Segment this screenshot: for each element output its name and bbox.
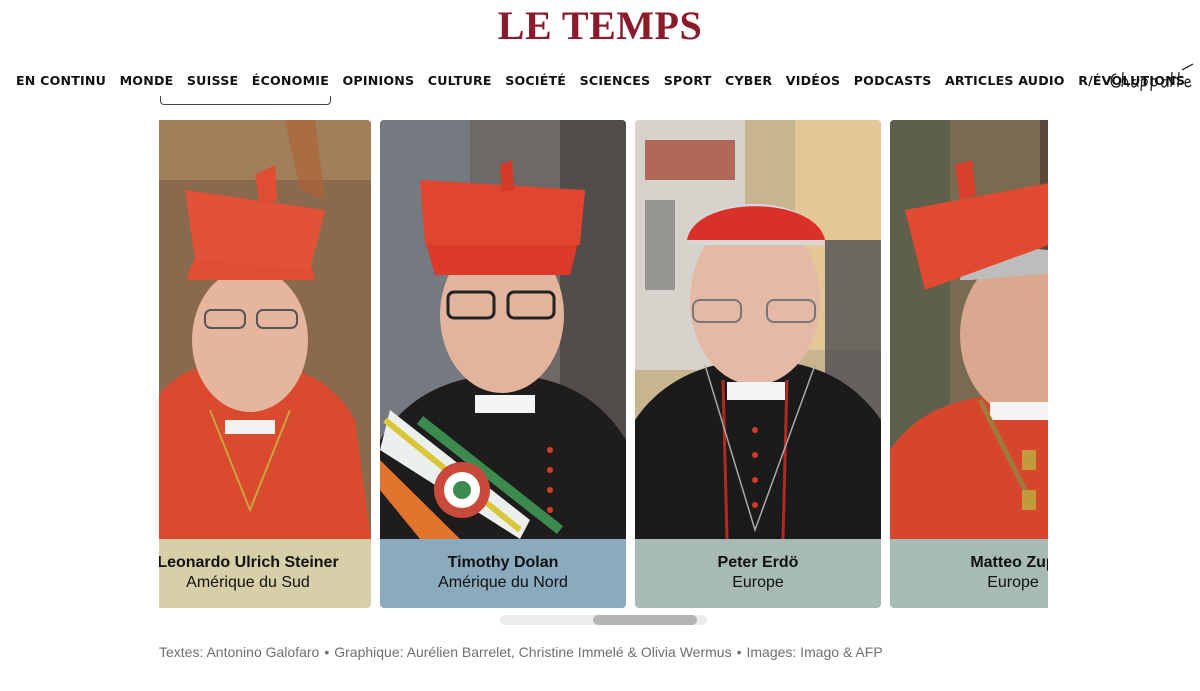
nav-item-sciences[interactable]: SCIENCES [580,73,651,88]
credits-separator: • [324,644,330,660]
le-temps-logo[interactable]: LE TEMPS [0,2,1200,49]
cardinal-card[interactable]: Leonardo Ulrich Steiner Amérique du Sud [159,120,371,608]
cardinal-carousel[interactable]: Leonardo Ulrich Steiner Amérique du Sud [159,120,1048,608]
cardinal-name: Timothy Dolan [447,554,559,571]
nav-list: EN CONTINU MONDE SUISSE ÉCONOMIE OPINION… [0,62,1200,98]
credits-texts: Textes: Antonino Galofaro [159,644,320,660]
nav-item-suisse[interactable]: SUISSE [187,73,238,88]
main-nav: EN CONTINU MONDE SUISSE ÉCONOMIE OPINION… [0,62,1200,98]
carousel-scrollbar-thumb[interactable] [593,615,697,625]
filter-dropdown-edge[interactable] [160,96,331,105]
cardinal-caption: Peter Erdö Europe [635,539,881,608]
nav-item-cyber[interactable]: CYBER [725,73,772,88]
nav-item-articles-audio[interactable]: ARTICLES AUDIO [945,73,1065,88]
cardinal-caption: Timothy Dolan Amérique du Nord [380,539,626,608]
nav-item-en-continu[interactable]: EN CONTINU [16,73,106,88]
credits-images: Images: Imago & AFP [746,644,883,660]
cardinal-photo [380,120,626,539]
nav-item-monde[interactable]: MONDE [120,73,174,88]
cardinal-photo [635,120,881,539]
cardinal-card[interactable]: Matteo Zup Europe [890,120,1048,608]
nav-item-opinions[interactable]: OPINIONS [343,73,415,88]
cardinal-card[interactable]: Peter Erdö Europe [635,120,881,608]
credits-line: Textes: Antonino Galofaro • Graphique: Aur… [159,644,1159,660]
nav-item-economie[interactable]: ÉCONOMIE [252,73,329,88]
chappatte-logo[interactable] [1106,60,1194,94]
nav-item-societe[interactable]: SOCIÉTÉ [505,73,566,88]
credits-separator: • [736,644,742,660]
nav-item-culture[interactable]: CULTURE [428,73,492,88]
cardinal-region: Amérique du Nord [438,574,568,591]
nav-item-videos[interactable]: VIDÉOS [786,73,840,88]
cardinal-caption: Leonardo Ulrich Steiner Amérique du Sud [159,539,371,608]
masthead: LE TEMPS [0,0,1200,50]
cardinal-card[interactable]: Timothy Dolan Amérique du Nord [380,120,626,608]
cardinal-region: Europe [732,574,784,591]
cardinal-region: Amérique du Sud [186,574,310,591]
cardinal-name: Peter Erdö [717,554,799,571]
nav-item-sport[interactable]: SPORT [664,73,712,88]
cardinal-region: Europe [987,574,1039,591]
cardinal-caption: Matteo Zup Europe [890,539,1048,608]
cardinal-name: Matteo Zup [970,554,1048,571]
cardinal-photo [890,120,1048,539]
nav-item-podcasts[interactable]: PODCASTS [854,73,932,88]
cardinal-name: Leonardo Ulrich Steiner [159,554,339,571]
cardinal-photo [159,120,371,539]
credits-graphics: Graphique: Aurélien Barrelet, Christine … [334,644,732,660]
